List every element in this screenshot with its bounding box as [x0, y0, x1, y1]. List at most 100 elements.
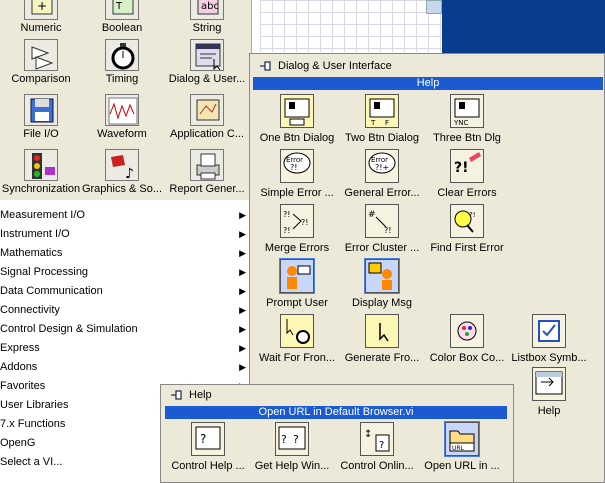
palette-item-general-error[interactable]: Error ?!+ General Error... [338, 149, 426, 200]
boolean-icon: T [105, 0, 139, 20]
stopwatch-icon [105, 39, 139, 71]
palette-item-prompt-user[interactable]: Prompt User [253, 258, 341, 310]
svg-text:?: ? [200, 432, 206, 446]
palette-item-synchronization[interactable]: Synchronization [0, 149, 82, 196]
category-item[interactable]: Signal Processing ▶ [0, 263, 250, 282]
open-url-icon: URL [444, 421, 480, 457]
palette-item-merge-errors[interactable]: ?!?!?! Merge Errors [253, 204, 341, 255]
three-button-dialog-icon: YNC [450, 94, 484, 128]
palette-item-one-btn-dialog[interactable]: One Btn Dialog [253, 94, 341, 145]
palette-item-two-btn-dialog[interactable]: TF Two Btn Dialog [338, 94, 426, 145]
svg-text:?!: ?! [283, 226, 290, 235]
palette-item-application-control[interactable]: Application C... [166, 94, 248, 141]
simple-error-icon: Error?! [280, 149, 314, 183]
svg-text:?: ? [379, 440, 384, 451]
submenu-arrow-icon: ▶ [239, 286, 246, 296]
palette-item-string[interactable]: abc String [166, 0, 248, 35]
waveform-icon [105, 94, 139, 126]
palette-item-help-folder[interactable]: Help [505, 367, 593, 418]
category-item[interactable]: Control Design & Simulation ▶ [0, 320, 250, 339]
palette-item-find-first-error[interactable]: ?! Find First Error [423, 204, 511, 255]
svg-text:?!: ?! [283, 210, 290, 219]
category-item[interactable]: Addons ▶ [0, 358, 250, 377]
generate-front-panel-icon [365, 314, 399, 348]
category-item[interactable]: Express ▶ [0, 339, 250, 358]
svg-text:♪: ♪ [125, 166, 134, 181]
svg-text:YNC: YNC [453, 119, 469, 127]
traffic-light-icon [24, 149, 58, 181]
palette-item-boolean[interactable]: T Boolean [81, 0, 163, 35]
palette-item-report-generation[interactable]: Report Gener... [166, 149, 248, 196]
submenu-arrow-icon: ▶ [239, 248, 246, 258]
palette-item-comparison[interactable]: Comparison [0, 39, 82, 86]
svg-text:↕: ↕ [364, 429, 372, 440]
submenu-arrow-icon: ▶ [239, 362, 246, 372]
prompt-user-icon [279, 258, 315, 294]
palette-item-waveform[interactable]: Waveform [81, 94, 163, 141]
printer-icon [190, 149, 224, 181]
thumbtack-icon[interactable] [169, 388, 183, 402]
palette-item-clear-errors[interactable]: ?! Clear Errors [423, 149, 511, 200]
svg-text:?!+: ?!+ [375, 163, 389, 172]
selected-vi-name-bar: Open URL in Default Browser.vi [165, 406, 507, 419]
floppy-disk-icon [24, 94, 58, 126]
submenu-arrow-icon: ▶ [239, 305, 246, 315]
svg-text:?!: ?! [301, 218, 308, 227]
palette-item-open-url[interactable]: URL Open URL in ... [418, 421, 506, 473]
palette-title: Help [169, 386, 212, 404]
svg-text:F: F [385, 119, 389, 127]
palette-item-dialog[interactable]: Dialog & User... [166, 39, 248, 86]
svg-text:?!: ?! [384, 226, 391, 235]
svg-text:?!: ?! [454, 160, 469, 176]
scroll-arrow[interactable] [426, 0, 442, 14]
svg-text:?: ? [281, 433, 287, 446]
submenu-arrow-icon: ▶ [239, 267, 246, 277]
wait-front-panel-icon [280, 314, 314, 348]
palette-item-error-cluster[interactable]: #?! Error Cluster ... [338, 204, 426, 255]
palette-item-wait-for-front-panel[interactable]: Wait For Fron... [253, 314, 341, 365]
comparison-icon [24, 39, 58, 71]
error-cluster-icon: #?! [365, 204, 399, 238]
thumbtack-icon[interactable] [258, 59, 272, 73]
svg-text:T: T [370, 119, 376, 127]
display-message-icon [364, 258, 400, 294]
palette-item-control-online-help[interactable]: ↕? Control Onlin... [333, 422, 421, 473]
get-help-window-icon: ?? [275, 422, 309, 456]
dialog-icon [190, 39, 224, 71]
palette-item-listbox-symbol[interactable]: Listbox Symb... [505, 314, 593, 365]
svg-text:?!: ?! [290, 163, 297, 172]
control-online-help-icon: ↕? [360, 422, 394, 456]
palette-title: Dialog & User Interface [258, 57, 392, 75]
category-item[interactable]: Instrument I/O ▶ [0, 225, 250, 244]
palette-item-color-box[interactable]: Color Box Co... [423, 314, 511, 365]
submenu-arrow-icon: ▶ [239, 229, 246, 239]
palette-item-graphics-sound[interactable]: ♪ Graphics & So... [81, 149, 163, 196]
graphics-sound-icon: ♪ [105, 149, 139, 181]
control-help-icon: ? [191, 422, 225, 456]
string-icon: abc [190, 0, 224, 20]
svg-text:#: # [368, 210, 376, 220]
svg-text:T: T [115, 1, 123, 12]
palette-item-three-btn-dlg[interactable]: YNC Three Btn Dlg [423, 94, 511, 145]
category-item[interactable]: Measurement I/O ▶ [0, 206, 250, 225]
block-diagram-canvas[interactable] [260, 0, 442, 52]
palette-item-file-io[interactable]: File I/O [0, 94, 82, 141]
merge-errors-icon: ?!?!?! [280, 204, 314, 238]
functions-palette: + Numeric T Boolean abc String Compariso… [0, 0, 252, 200]
svg-text:+: + [37, 0, 47, 13]
palette-item-numeric[interactable]: + Numeric [0, 0, 82, 35]
color-box-icon [450, 314, 484, 348]
general-error-icon: Error ?!+ [365, 149, 399, 183]
palette-item-timing[interactable]: Timing [81, 39, 163, 86]
palette-item-generate-front-panel[interactable]: Generate Fro... [338, 314, 426, 365]
category-item[interactable]: Data Communication ▶ [0, 282, 250, 301]
find-first-error-icon: ?! [450, 204, 484, 238]
category-item[interactable]: Mathematics ▶ [0, 244, 250, 263]
palette-item-get-help-window[interactable]: ?? Get Help Win... [248, 422, 336, 473]
application-control-icon [190, 94, 224, 126]
palette-item-control-help[interactable]: ? Control Help ... [164, 422, 252, 473]
subpalette-bar-help[interactable]: Help [253, 77, 603, 90]
category-item[interactable]: Connectivity ▶ [0, 301, 250, 320]
palette-item-simple-error[interactable]: Error?! Simple Error ... [253, 149, 341, 200]
palette-item-display-msg[interactable]: Display Msg [338, 258, 426, 310]
